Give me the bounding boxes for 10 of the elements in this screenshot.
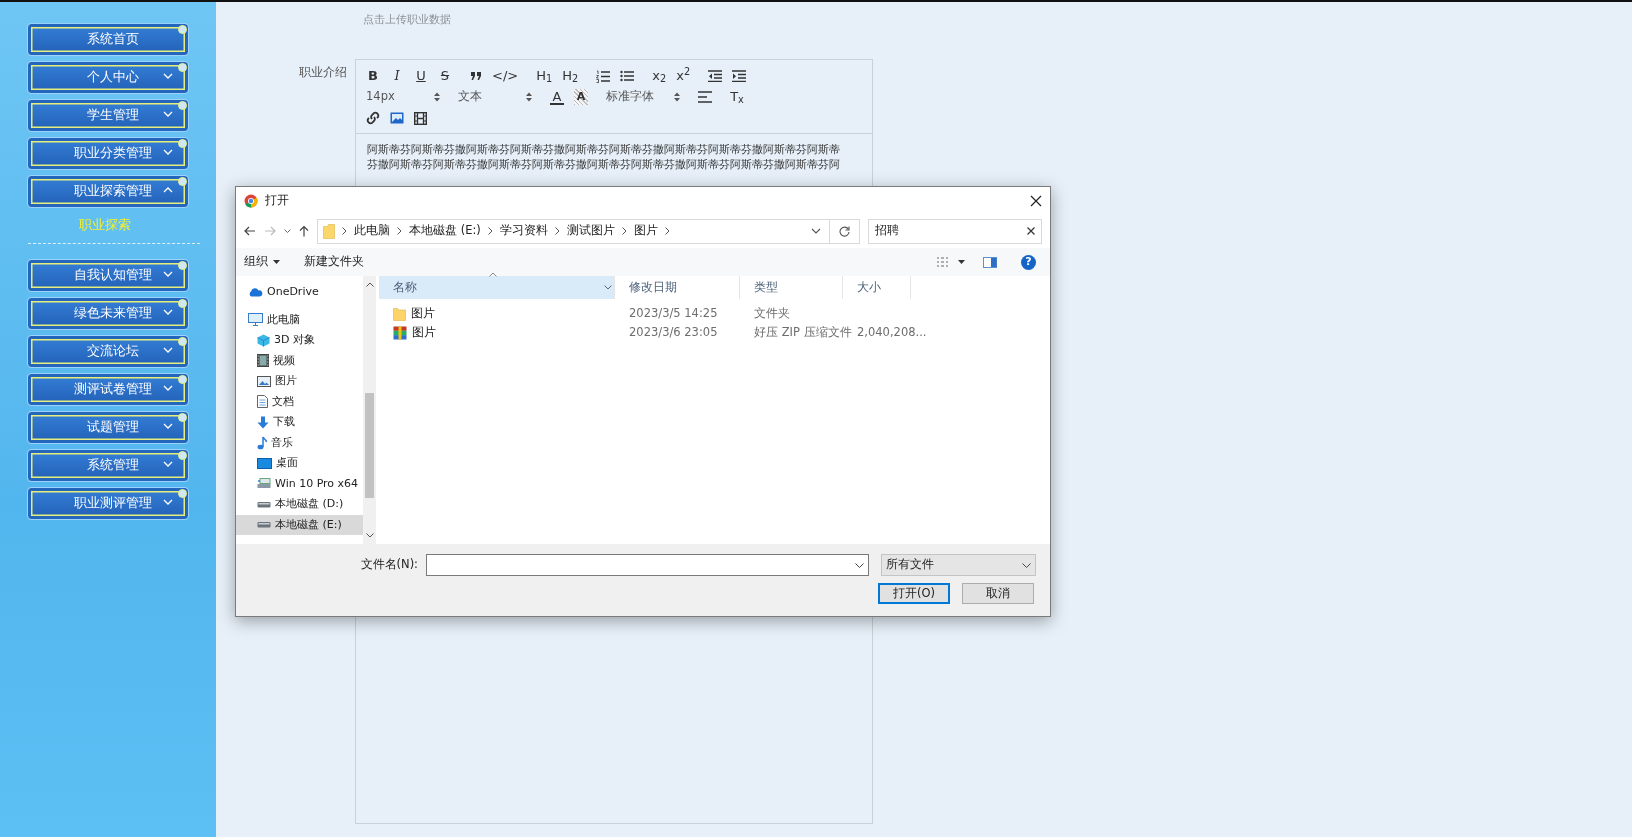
file-type: 好压 ZIP 压缩文件 [754,324,852,339]
file-date: 2023/3/6 23:05 [629,324,718,339]
file-date: 2023/3/5 14:25 [629,305,718,320]
file-size: 2,040,208... [857,324,927,339]
field-label: 文件名(N): [360,556,418,574]
field-label: 职业介绍 [298,63,348,81]
file-type: 文件夹 [754,305,790,320]
dialog-title: 打开 [265,191,290,209]
editor-text-line: 芬撒阿斯蒂芬阿斯蒂芬撒阿斯蒂芬阿斯蒂芬撒阿斯蒂芬阿斯蒂芬撒阿斯蒂芬阿斯蒂芬撒阿斯蒂芬阿 [367,156,841,172]
editor-text-line: 阿斯蒂芬阿斯蒂芬撒阿斯蒂芬阿斯蒂芬撒阿斯蒂芬阿斯蒂芬撒阿斯蒂芬阿斯蒂芬撒阿斯蒂芬阿斯蒂 [367,141,841,157]
